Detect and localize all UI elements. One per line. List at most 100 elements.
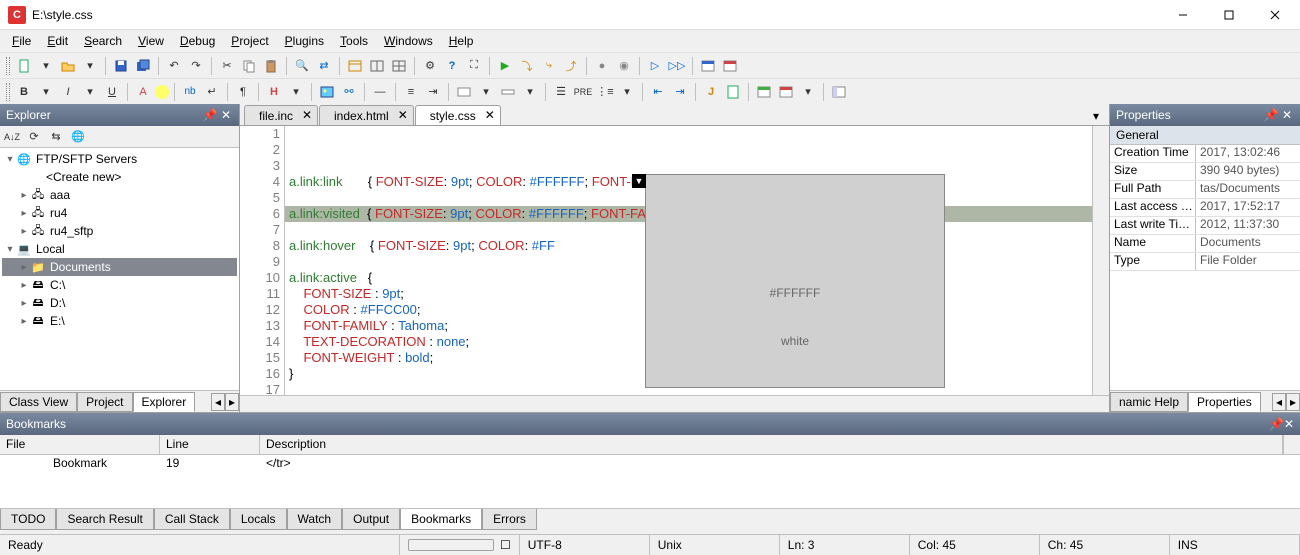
save-all-icon[interactable] [133, 56, 153, 76]
property-row[interactable]: Size390 940 bytes) [1110, 163, 1300, 181]
status-eol[interactable]: Unix [658, 538, 682, 552]
bookmark-row[interactable]: Bookmark19</tr> [0, 455, 1300, 473]
bold-button[interactable]: B [14, 82, 34, 102]
menu-tools[interactable]: Tools [332, 32, 376, 50]
play-icon[interactable]: ▷ [645, 56, 665, 76]
property-row[interactable]: TypeFile Folder [1110, 253, 1300, 271]
dropdown-icon[interactable]: ▾ [80, 56, 100, 76]
sort-az-icon[interactable]: A↓Z [2, 127, 22, 147]
fast-forward-icon[interactable]: ▷▷ [667, 56, 687, 76]
menu-plugins[interactable]: Plugins [277, 32, 332, 50]
help-icon[interactable]: ? [442, 56, 462, 76]
col-line[interactable]: Line [160, 435, 260, 454]
menu-windows[interactable]: Windows [376, 32, 441, 50]
ol-icon[interactable]: ⋮≡ [595, 82, 615, 102]
tree-create-new[interactable]: <Create new> [2, 168, 237, 186]
tree-documents[interactable]: ▸📁Documents [2, 258, 237, 276]
layout-icon[interactable] [829, 82, 849, 102]
dropdown-icon[interactable]: ▾ [286, 82, 306, 102]
columns-icon[interactable] [367, 56, 387, 76]
globe-icon[interactable]: 🌐 [68, 127, 88, 147]
minimize-button[interactable] [1160, 0, 1206, 30]
refresh-icon[interactable]: ⟳ [24, 127, 44, 147]
tree-servers[interactable]: ▾🌐FTP/SFTP Servers [2, 150, 237, 168]
close-tab-icon[interactable]: ✕ [397, 109, 409, 121]
pin-icon[interactable]: 📌 [1264, 108, 1278, 122]
indent2-icon[interactable]: ⇥ [670, 82, 690, 102]
tooltab-call-stack[interactable]: Call Stack [154, 509, 230, 530]
record-icon[interactable]: ● [592, 56, 612, 76]
btab-explorer[interactable]: Explorer [133, 392, 196, 412]
image-icon[interactable] [317, 82, 337, 102]
editor-tab[interactable]: file.inc✕ [244, 105, 318, 125]
close-icon[interactable]: ✕ [219, 108, 233, 122]
script-icon[interactable]: J [701, 82, 721, 102]
paste-icon[interactable] [261, 56, 281, 76]
tree-drive[interactable]: ▸🖴C:\ [2, 276, 237, 294]
menu-file[interactable]: File [4, 32, 39, 50]
list-icon[interactable]: ☰ [551, 82, 571, 102]
btab-properties[interactable]: Properties [1188, 392, 1261, 412]
step-over-icon[interactable]: ⤵ [517, 56, 537, 76]
tooltab-watch[interactable]: Watch [287, 509, 343, 530]
window-icon[interactable] [698, 56, 718, 76]
close-icon[interactable]: ✕ [1280, 108, 1294, 122]
tree-server[interactable]: ▸🖧aaa [2, 186, 237, 204]
tree-server[interactable]: ▸🖧ru4 [2, 204, 237, 222]
preview-icon[interactable] [754, 82, 774, 102]
settings-icon[interactable]: ⚙ [420, 56, 440, 76]
menu-debug[interactable]: Debug [172, 32, 223, 50]
tree-drive[interactable]: ▸🖴E:\ [2, 312, 237, 330]
tree-server[interactable]: ▸🖧ru4_sftp [2, 222, 237, 240]
grid-icon[interactable] [389, 56, 409, 76]
col-file[interactable]: File [0, 435, 160, 454]
css-file-icon[interactable] [723, 82, 743, 102]
pin-icon[interactable]: 📌 [203, 108, 217, 122]
br-icon[interactable]: ↵ [202, 82, 222, 102]
dropdown-icon[interactable]: ▾ [798, 82, 818, 102]
menu-view[interactable]: View [130, 32, 172, 50]
scroll-right-icon[interactable]: ▸ [225, 393, 239, 411]
property-row[interactable]: NameDocuments [1110, 235, 1300, 253]
cut-icon[interactable]: ✂ [217, 56, 237, 76]
horizontal-scrollbar[interactable] [240, 395, 1109, 412]
paragraph-icon[interactable]: ¶ [233, 82, 253, 102]
tree-drive[interactable]: ▸🖴D:\ [2, 294, 237, 312]
code-editor[interactable]: 1234567891011121314151617 a.link:link { … [240, 126, 1109, 395]
menu-edit[interactable]: Edit [39, 32, 76, 50]
link-icon[interactable]: ⚯ [339, 82, 359, 102]
close-icon[interactable]: ✕ [1284, 417, 1294, 431]
property-row[interactable]: Last write Ti…2012, 11:37:30 [1110, 217, 1300, 235]
tooltab-output[interactable]: Output [342, 509, 400, 530]
maximize-button[interactable] [1206, 0, 1252, 30]
heading-icon[interactable]: H [264, 82, 284, 102]
dropdown-icon[interactable]: ▾ [36, 56, 56, 76]
dropdown-icon[interactable]: ▾ [520, 82, 540, 102]
tree-local[interactable]: ▾💻Local [2, 240, 237, 258]
hr-icon[interactable]: — [370, 82, 390, 102]
dropdown-arrow-icon[interactable]: ▼ [632, 174, 646, 188]
menu-search[interactable]: Search [76, 32, 130, 50]
step-into-icon[interactable]: ⤷ [539, 56, 559, 76]
sync-icon[interactable]: ⇆ [46, 127, 66, 147]
copy-icon[interactable] [239, 56, 259, 76]
find-replace-icon[interactable]: ⇄ [314, 56, 334, 76]
tooltab-locals[interactable]: Locals [230, 509, 287, 530]
menu-help[interactable]: Help [441, 32, 482, 50]
close-button[interactable] [1252, 0, 1298, 30]
editor-tab[interactable]: index.html✕ [319, 105, 414, 125]
dropdown-icon[interactable]: ▾ [36, 82, 56, 102]
editor-tab[interactable]: style.css✕ [415, 105, 501, 125]
pin-icon[interactable]: 📌 [1269, 417, 1284, 431]
tooltab-errors[interactable]: Errors [482, 509, 537, 530]
run-icon[interactable]: ▶ [495, 56, 515, 76]
highlight-icon[interactable] [155, 85, 169, 99]
btab-class-view[interactable]: Class View [0, 392, 77, 412]
scroll-left-icon[interactable]: ◂ [1272, 393, 1286, 411]
toggle-panel-icon[interactable] [345, 56, 365, 76]
record2-icon[interactable]: ◉ [614, 56, 634, 76]
new-file-icon[interactable] [14, 56, 34, 76]
vertical-scrollbar[interactable] [1092, 126, 1109, 395]
align-left-icon[interactable]: ≡ [401, 82, 421, 102]
indent-icon[interactable]: ⇥ [423, 82, 443, 102]
